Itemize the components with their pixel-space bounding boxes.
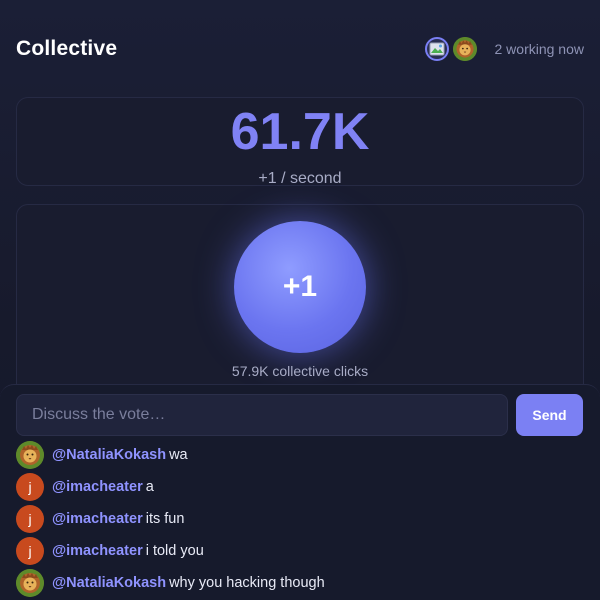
plus-one-button[interactable]: +1 (234, 221, 366, 353)
user-initial-avatar: j (16, 473, 44, 501)
collective-counter: 61.7K (230, 103, 370, 161)
chat-input[interactable] (16, 394, 508, 436)
header: Collective 2 working now (16, 34, 584, 64)
message-text: i told you (145, 543, 204, 559)
app-title: Collective (16, 37, 118, 60)
message-username[interactable]: @imacheater (52, 479, 143, 495)
message-text: wa (169, 447, 188, 463)
counter-rate: +1 / second (258, 170, 342, 187)
chat-message: j @imacheater a (16, 471, 584, 503)
counter-card: 61.7K +1 / second (16, 97, 584, 187)
lion-icon (16, 441, 44, 469)
message-list: @NataliaKokash wa j @imacheater a j @ima… (16, 439, 584, 599)
working-count: 2 working now (494, 41, 585, 57)
chat-message: @NataliaKokash why you hacking though (16, 567, 584, 599)
broken-image-icon (424, 37, 449, 61)
chat-panel: Send @NataliaKokash wa j @imacheater a j… (0, 384, 600, 600)
send-button[interactable]: Send (516, 394, 583, 436)
presence-indicator: 2 working now (424, 37, 585, 61)
lion-icon (16, 569, 44, 597)
message-username[interactable]: @NataliaKokash (52, 447, 166, 463)
lion-icon (452, 37, 477, 61)
chat-message: j @imacheater i told you (16, 535, 584, 567)
message-username[interactable]: @NataliaKokash (52, 575, 166, 591)
message-text: its fun (145, 511, 185, 527)
collective-clicks: 57.9K collective clicks (231, 363, 369, 379)
message-text: a (145, 479, 154, 495)
user-initial-avatar: j (16, 505, 44, 533)
message-username[interactable]: @imacheater (52, 511, 143, 527)
chat-message: @NataliaKokash wa (16, 439, 584, 471)
clicker-card: +1 57.9K collective clicks (16, 204, 584, 404)
chat-message: j @imacheater its fun (16, 503, 584, 535)
message-username[interactable]: @imacheater (52, 543, 143, 559)
message-text: why you hacking though (169, 575, 325, 591)
user-initial-avatar: j (16, 537, 44, 565)
